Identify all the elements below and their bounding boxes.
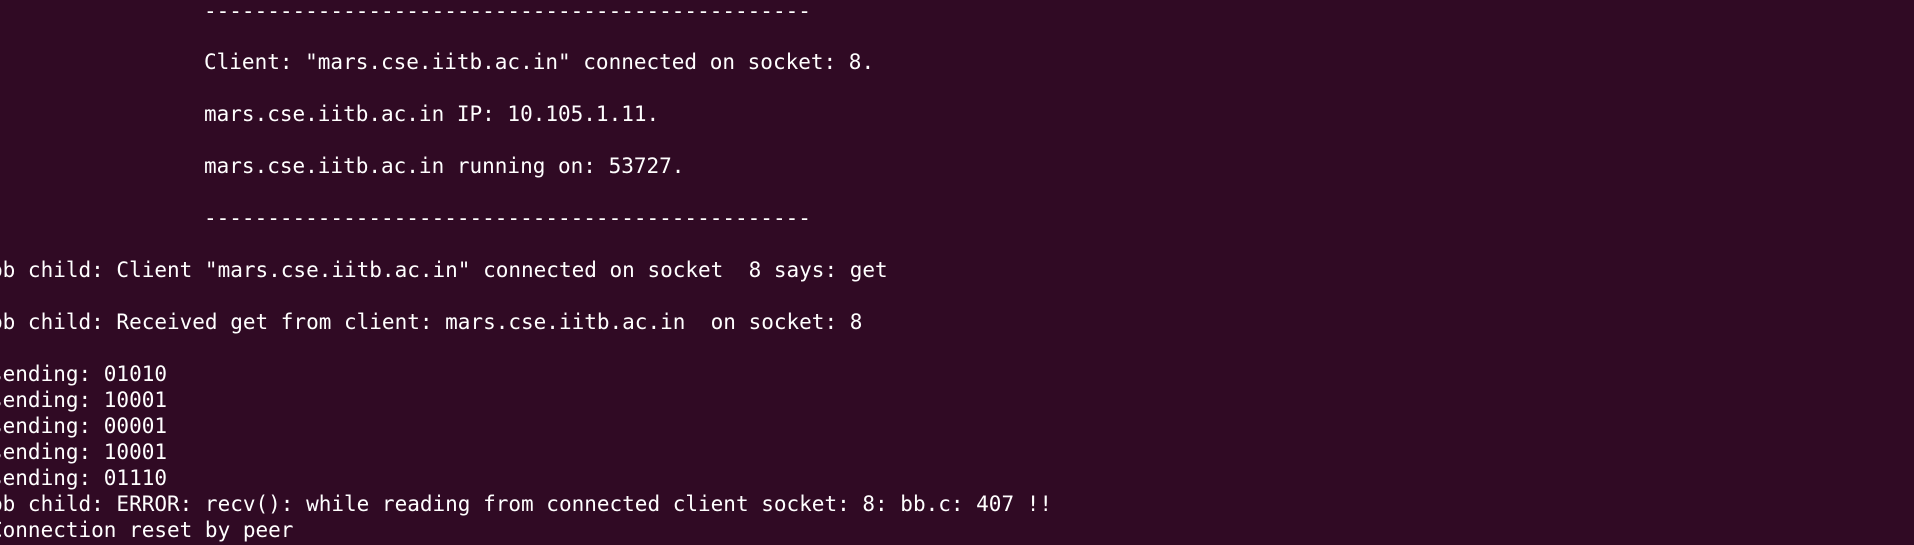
sending-line: sending: 00001 [0, 414, 168, 438]
sending-line: sending: 01010 [0, 362, 168, 386]
sending-line: sending: 01110 [0, 466, 168, 490]
separator-bottom: ----------------------------------------… [204, 206, 811, 230]
client-connected-line: Client: "mars.cse.iitb.ac.in" connected … [204, 50, 875, 74]
terminal-window[interactable]: ----------------------------------------… [0, 0, 1914, 545]
sending-line: sending: 10001 [0, 388, 168, 412]
received-line: bb child: Received get from client: mars… [0, 310, 863, 334]
connection-reset-line: Connection reset by peer [0, 518, 294, 542]
sending-line: sending: 10001 [0, 440, 168, 464]
client-says-line: bb child: Client "mars.cse.iitb.ac.in" c… [0, 258, 888, 282]
separator-top: ----------------------------------------… [204, 0, 811, 23]
client-port-line: mars.cse.iitb.ac.in running on: 53727. [204, 154, 685, 178]
client-ip-line: mars.cse.iitb.ac.in IP: 10.105.1.11. [204, 102, 660, 126]
error-line: bb child: ERROR: recv(): while reading f… [0, 492, 1053, 516]
